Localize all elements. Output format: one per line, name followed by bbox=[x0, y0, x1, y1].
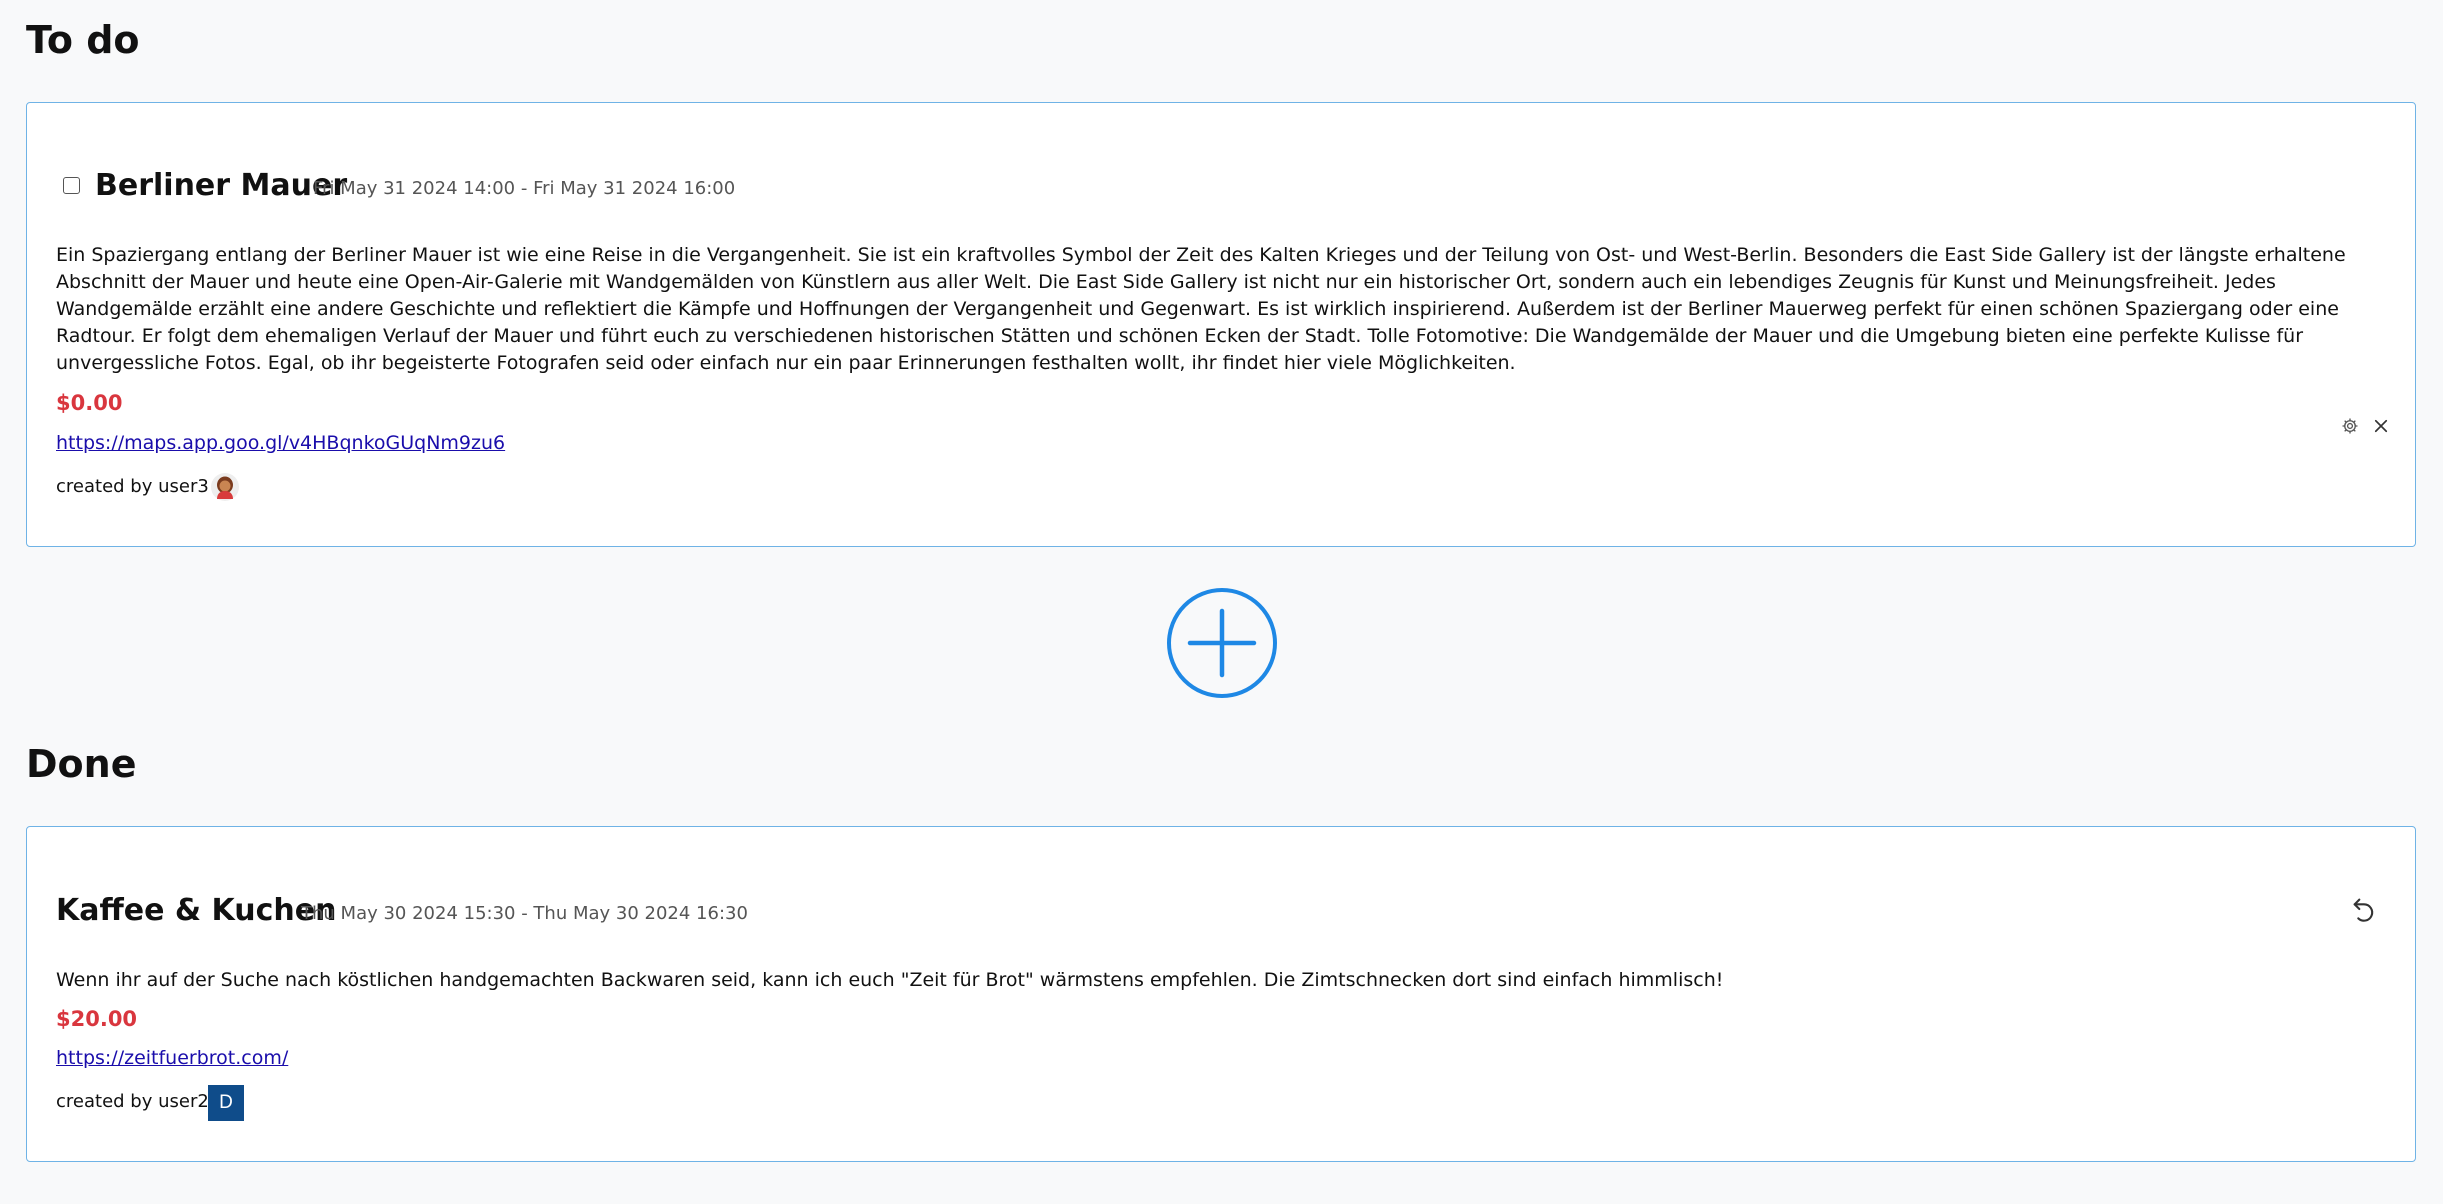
task-dates: Fri May 31 2024 14:00 - Fri May 31 2024 … bbox=[313, 178, 736, 199]
task-description: Wenn ihr auf der Suche nach köstlichen h… bbox=[56, 969, 1724, 991]
task-title: Kaffee & Kuchen bbox=[56, 893, 337, 928]
gear-icon[interactable] bbox=[2339, 415, 2361, 437]
task-card-done: Kaffee & Kuchen Thu May 30 2024 15:30 - … bbox=[26, 826, 2416, 1162]
task-description: Ein Spaziergang entlang der Berliner Mau… bbox=[56, 244, 2346, 374]
person-avatar-icon bbox=[211, 473, 239, 501]
task-link[interactable]: https://zeitfuerbrot.com/ bbox=[56, 1047, 288, 1069]
close-icon[interactable] bbox=[2370, 415, 2392, 437]
created-by-label: created by user3 bbox=[56, 476, 209, 497]
add-task-button[interactable] bbox=[1166, 587, 1278, 699]
task-dates: Thu May 30 2024 15:30 - Thu May 30 2024 … bbox=[301, 903, 748, 924]
section-title-done: Done bbox=[26, 742, 137, 786]
task-price: $20.00 bbox=[56, 1007, 138, 1031]
task-price: $0.00 bbox=[56, 391, 123, 415]
section-title-todo: To do bbox=[26, 18, 140, 62]
task-complete-checkbox[interactable] bbox=[63, 177, 80, 194]
plus-circle-icon bbox=[1167, 588, 1277, 698]
avatar: D bbox=[208, 1085, 244, 1121]
task-title: Berliner Mauer bbox=[95, 168, 348, 203]
task-link[interactable]: https://maps.app.goo.gl/v4HBqnkoGUqNm9zu… bbox=[56, 432, 505, 454]
undo-icon[interactable] bbox=[2347, 892, 2381, 926]
task-card-todo: Berliner Mauer Fri May 31 2024 14:00 - F… bbox=[26, 102, 2416, 547]
created-by-label: created by user2 bbox=[56, 1091, 209, 1112]
